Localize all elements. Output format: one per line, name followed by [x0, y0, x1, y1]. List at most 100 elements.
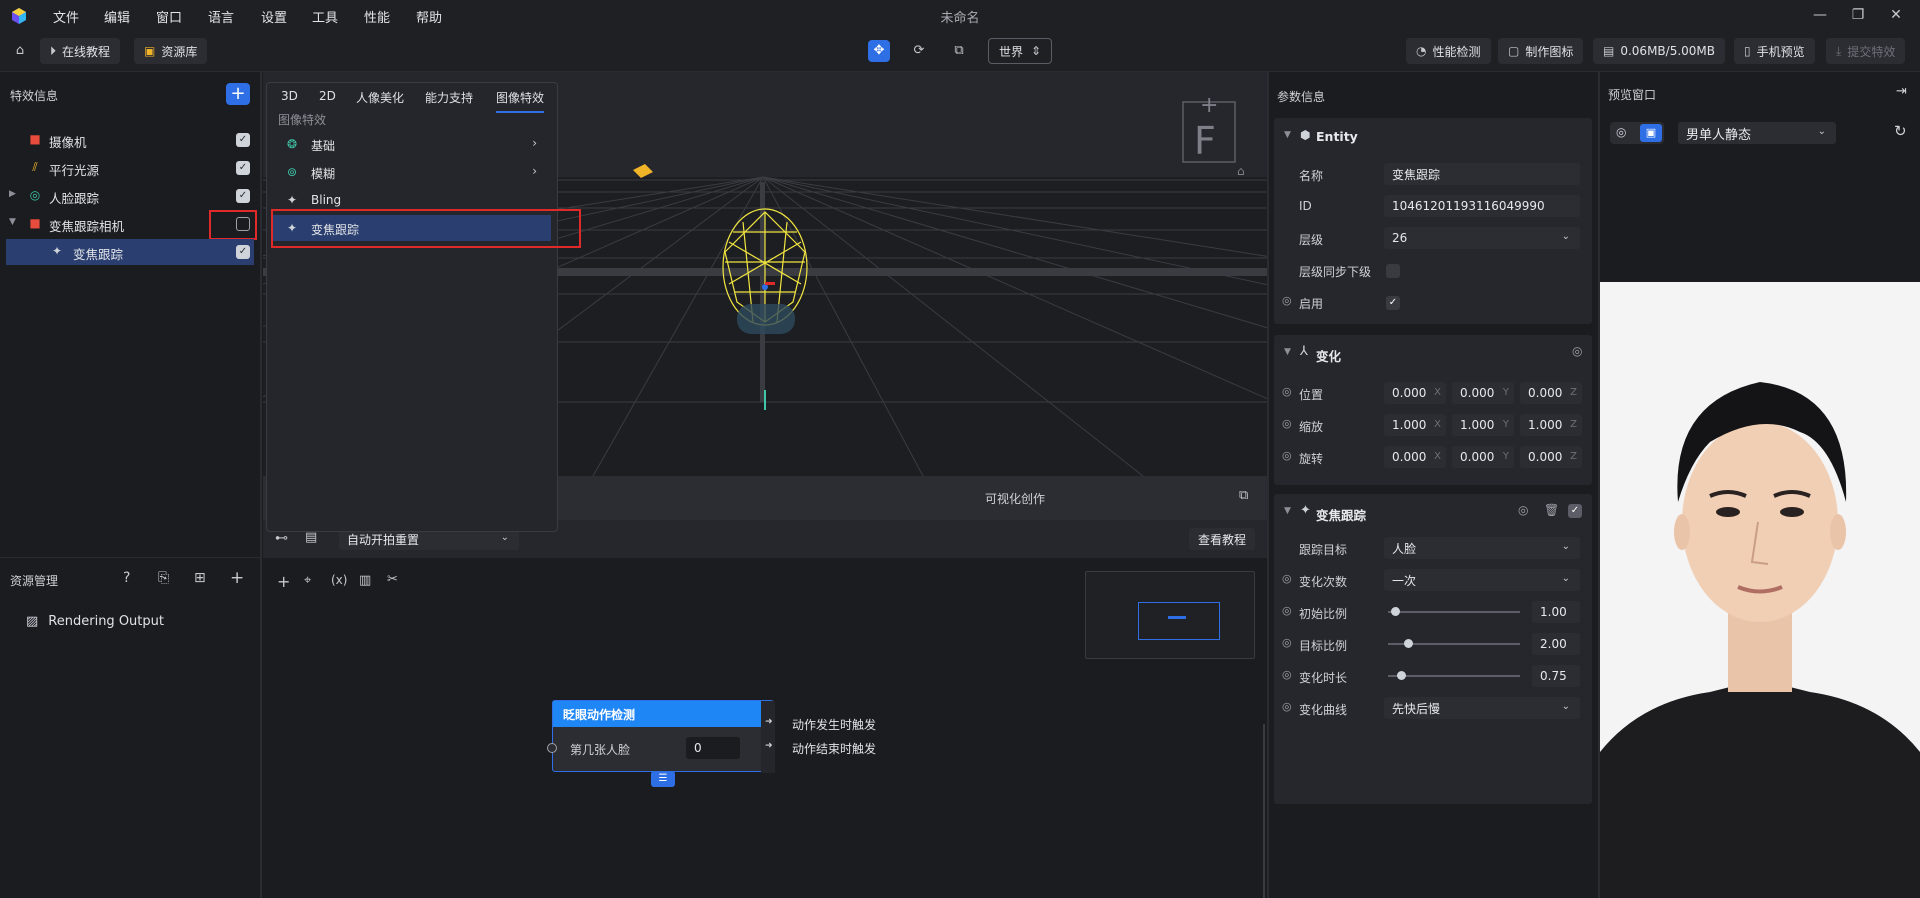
tree-item-directional-light[interactable]: ⫽ 平行光源 ✓ — [0, 155, 258, 181]
collapse-panel-icon[interactable]: ⇥ — [1896, 84, 1907, 99]
rotation-z-input[interactable]: 0.000 Z — [1520, 446, 1582, 468]
visibility-checkbox[interactable]: ✓ — [236, 245, 250, 259]
dropdown-item-basic[interactable]: ❂ 基础 › — [273, 131, 551, 157]
popout-icon[interactable]: ⧉ — [1239, 488, 1248, 503]
map-icon[interactable]: ▥ — [359, 573, 371, 588]
dropdown-item-blur[interactable]: ⊚ 模糊 › — [273, 159, 551, 185]
collapse-arrow-icon[interactable]: ▼ — [1284, 130, 1291, 140]
enable-component-checkbox[interactable]: ✓ — [1568, 504, 1582, 518]
asset-library-button[interactable]: ▣ 资源库 — [134, 38, 208, 64]
space-select[interactable]: 世界 ⇕ — [988, 38, 1052, 64]
target-select[interactable]: 人脸 ⌄ — [1384, 537, 1580, 559]
dropdown-tab-3d[interactable]: 3D — [281, 89, 298, 113]
keyframe-icon[interactable]: ◎ — [1282, 449, 1292, 462]
scale-tool-icon[interactable]: ⧉ — [948, 40, 970, 62]
start-ratio-slider-knob[interactable] — [1390, 607, 1400, 616]
dropdown-tab-beauty[interactable]: 人像美化 — [356, 89, 404, 113]
face-index-input[interactable]: 0 — [686, 737, 740, 759]
home-icon[interactable]: ⌂ — [9, 40, 31, 62]
start-ratio-slider[interactable] — [1388, 611, 1520, 613]
keyframe-icon[interactable]: ◎ — [1282, 417, 1292, 430]
asset-item[interactable]: ▨ Rendering Output — [26, 614, 164, 629]
start-ratio-input[interactable]: 1.00 — [1532, 601, 1580, 623]
add-node-icon[interactable]: + — [277, 572, 290, 591]
end-ratio-slider-knob[interactable] — [1403, 639, 1413, 648]
node-menu-icon[interactable]: ☰ — [651, 771, 675, 787]
help-icon[interactable]: ? — [123, 570, 130, 586]
left-splitter[interactable] — [260, 72, 262, 898]
minimize-icon[interactable]: — — [1810, 5, 1830, 25]
keyframe-icon[interactable]: ◎ — [1282, 294, 1292, 307]
input-port[interactable] — [547, 743, 557, 753]
tree-item-face-tracking[interactable]: ▶ ◎ 人脸跟踪 ✓ — [0, 183, 258, 209]
dropdown-tab-ability[interactable]: 能力支持 — [425, 89, 473, 113]
photo-icon[interactable]: ◎ — [1616, 125, 1626, 139]
preview-mode-toggle[interactable]: ◎ ▣ — [1610, 122, 1664, 144]
add-effect-button[interactable]: + — [226, 83, 250, 105]
position-y-input[interactable]: 0.000 Y — [1452, 382, 1514, 404]
output-port-arrow-icon[interactable]: ➜ — [765, 717, 773, 727]
refresh-icon[interactable]: ↻ — [1894, 122, 1907, 140]
keyframe-icon[interactable]: ◎ — [1282, 668, 1292, 681]
name-input[interactable]: 变焦跟踪 — [1384, 163, 1580, 185]
scale-z-input[interactable]: 1.000 Z — [1520, 414, 1582, 436]
dropdown-tab-2d[interactable]: 2D — [319, 89, 336, 113]
visibility-checkbox[interactable]: ✓ — [236, 189, 250, 203]
scrollbar[interactable] — [1263, 724, 1265, 898]
node-header[interactable]: 眨眼动作检测 — [553, 701, 761, 727]
keyframe-icon[interactable]: ◎ — [1282, 604, 1292, 617]
new-folder-icon[interactable]: ⊞ — [194, 570, 206, 586]
close-icon[interactable]: ✕ — [1886, 5, 1906, 25]
reset-keyframe-icon[interactable]: ◎ — [1572, 344, 1582, 358]
minimap-viewport[interactable] — [1138, 602, 1220, 640]
online-tutorial-button[interactable]: ⏵ 在线教程 — [40, 38, 121, 64]
curve-select[interactable]: 先快后慢 ⌄ — [1384, 697, 1580, 719]
variable-icon[interactable]: (x) — [331, 573, 347, 587]
restore-icon[interactable]: ❐ — [1848, 5, 1868, 25]
keyframe-icon[interactable]: ◎ — [1282, 700, 1292, 713]
rotation-x-input[interactable]: 0.000 X — [1384, 446, 1446, 468]
enable-checkbox[interactable]: ✓ — [1386, 296, 1400, 310]
minimap[interactable] — [1085, 571, 1255, 659]
move-tool-icon[interactable]: ✥ — [868, 40, 890, 62]
blink-detect-node[interactable]: 眨眼动作检测 第几张人脸 0 ➜ ➜ ☰ — [547, 700, 775, 787]
sync-checkbox[interactable] — [1386, 264, 1400, 278]
video-icon[interactable]: ▣ — [1640, 124, 1662, 142]
reset-keyframe-icon[interactable]: ◎ — [1518, 503, 1528, 517]
scale-x-input[interactable]: 1.000 X — [1384, 414, 1446, 436]
duration-slider[interactable] — [1388, 675, 1520, 677]
output-port-arrow-icon[interactable]: ➜ — [765, 741, 773, 751]
visibility-checkbox[interactable]: ✓ — [236, 133, 250, 147]
scale-y-input[interactable]: 1.000 Y — [1452, 414, 1514, 436]
collapse-arrow-icon[interactable]: ▼ — [1284, 506, 1291, 516]
layer-select[interactable]: 26 ⌄ — [1384, 227, 1580, 249]
layout-icon[interactable]: ▤ — [305, 530, 317, 545]
perf-check-button[interactable]: ◔ 性能检测 — [1406, 38, 1491, 64]
keyframe-icon[interactable]: ◎ — [1282, 636, 1292, 649]
keyframe-icon[interactable]: ◎ — [1282, 385, 1292, 398]
duration-slider-knob[interactable] — [1397, 671, 1407, 680]
view-tutorial-button[interactable]: 查看教程 — [1189, 528, 1255, 550]
tree-item-camera[interactable]: ■ 摄像机 ✓ — [0, 127, 258, 153]
expand-arrow-icon[interactable]: ▶ — [9, 189, 16, 199]
position-x-input[interactable]: 0.000 X — [1384, 382, 1446, 404]
count-select[interactable]: 一次 ⌄ — [1384, 569, 1580, 591]
tree-item-zoom-tracking[interactable]: ✦ 变焦跟踪 ✓ — [6, 239, 254, 265]
visibility-checkbox[interactable]: ✓ — [236, 161, 250, 175]
phone-preview-button[interactable]: ▯ 手机预览 — [1734, 38, 1815, 64]
add-asset-icon[interactable]: + — [230, 568, 244, 588]
collapse-arrow-icon[interactable]: ▼ — [9, 217, 16, 227]
locate-icon[interactable]: ⌖ — [304, 573, 311, 588]
collapse-arrow-icon[interactable]: ▼ — [1284, 347, 1291, 357]
preview-source-select[interactable]: 男单人静态 ⌄ — [1678, 122, 1836, 144]
cut-icon[interactable]: ✂ — [387, 572, 398, 587]
dropdown-tab-image-effects[interactable]: 图像特效 — [496, 89, 545, 113]
position-z-input[interactable]: 0.000 Z — [1520, 382, 1582, 404]
import-file-icon[interactable]: ⎘ — [158, 570, 169, 586]
rotation-y-input[interactable]: 0.000 Y — [1452, 446, 1514, 468]
trash-icon[interactable]: 🗑 — [1544, 503, 1559, 517]
make-icon-button[interactable]: ▢ 制作图标 — [1498, 38, 1584, 64]
end-ratio-input[interactable]: 2.00 — [1532, 633, 1580, 655]
node-graph-icon[interactable]: ⊷ — [275, 531, 288, 546]
keyframe-icon[interactable]: ◎ — [1282, 572, 1292, 585]
